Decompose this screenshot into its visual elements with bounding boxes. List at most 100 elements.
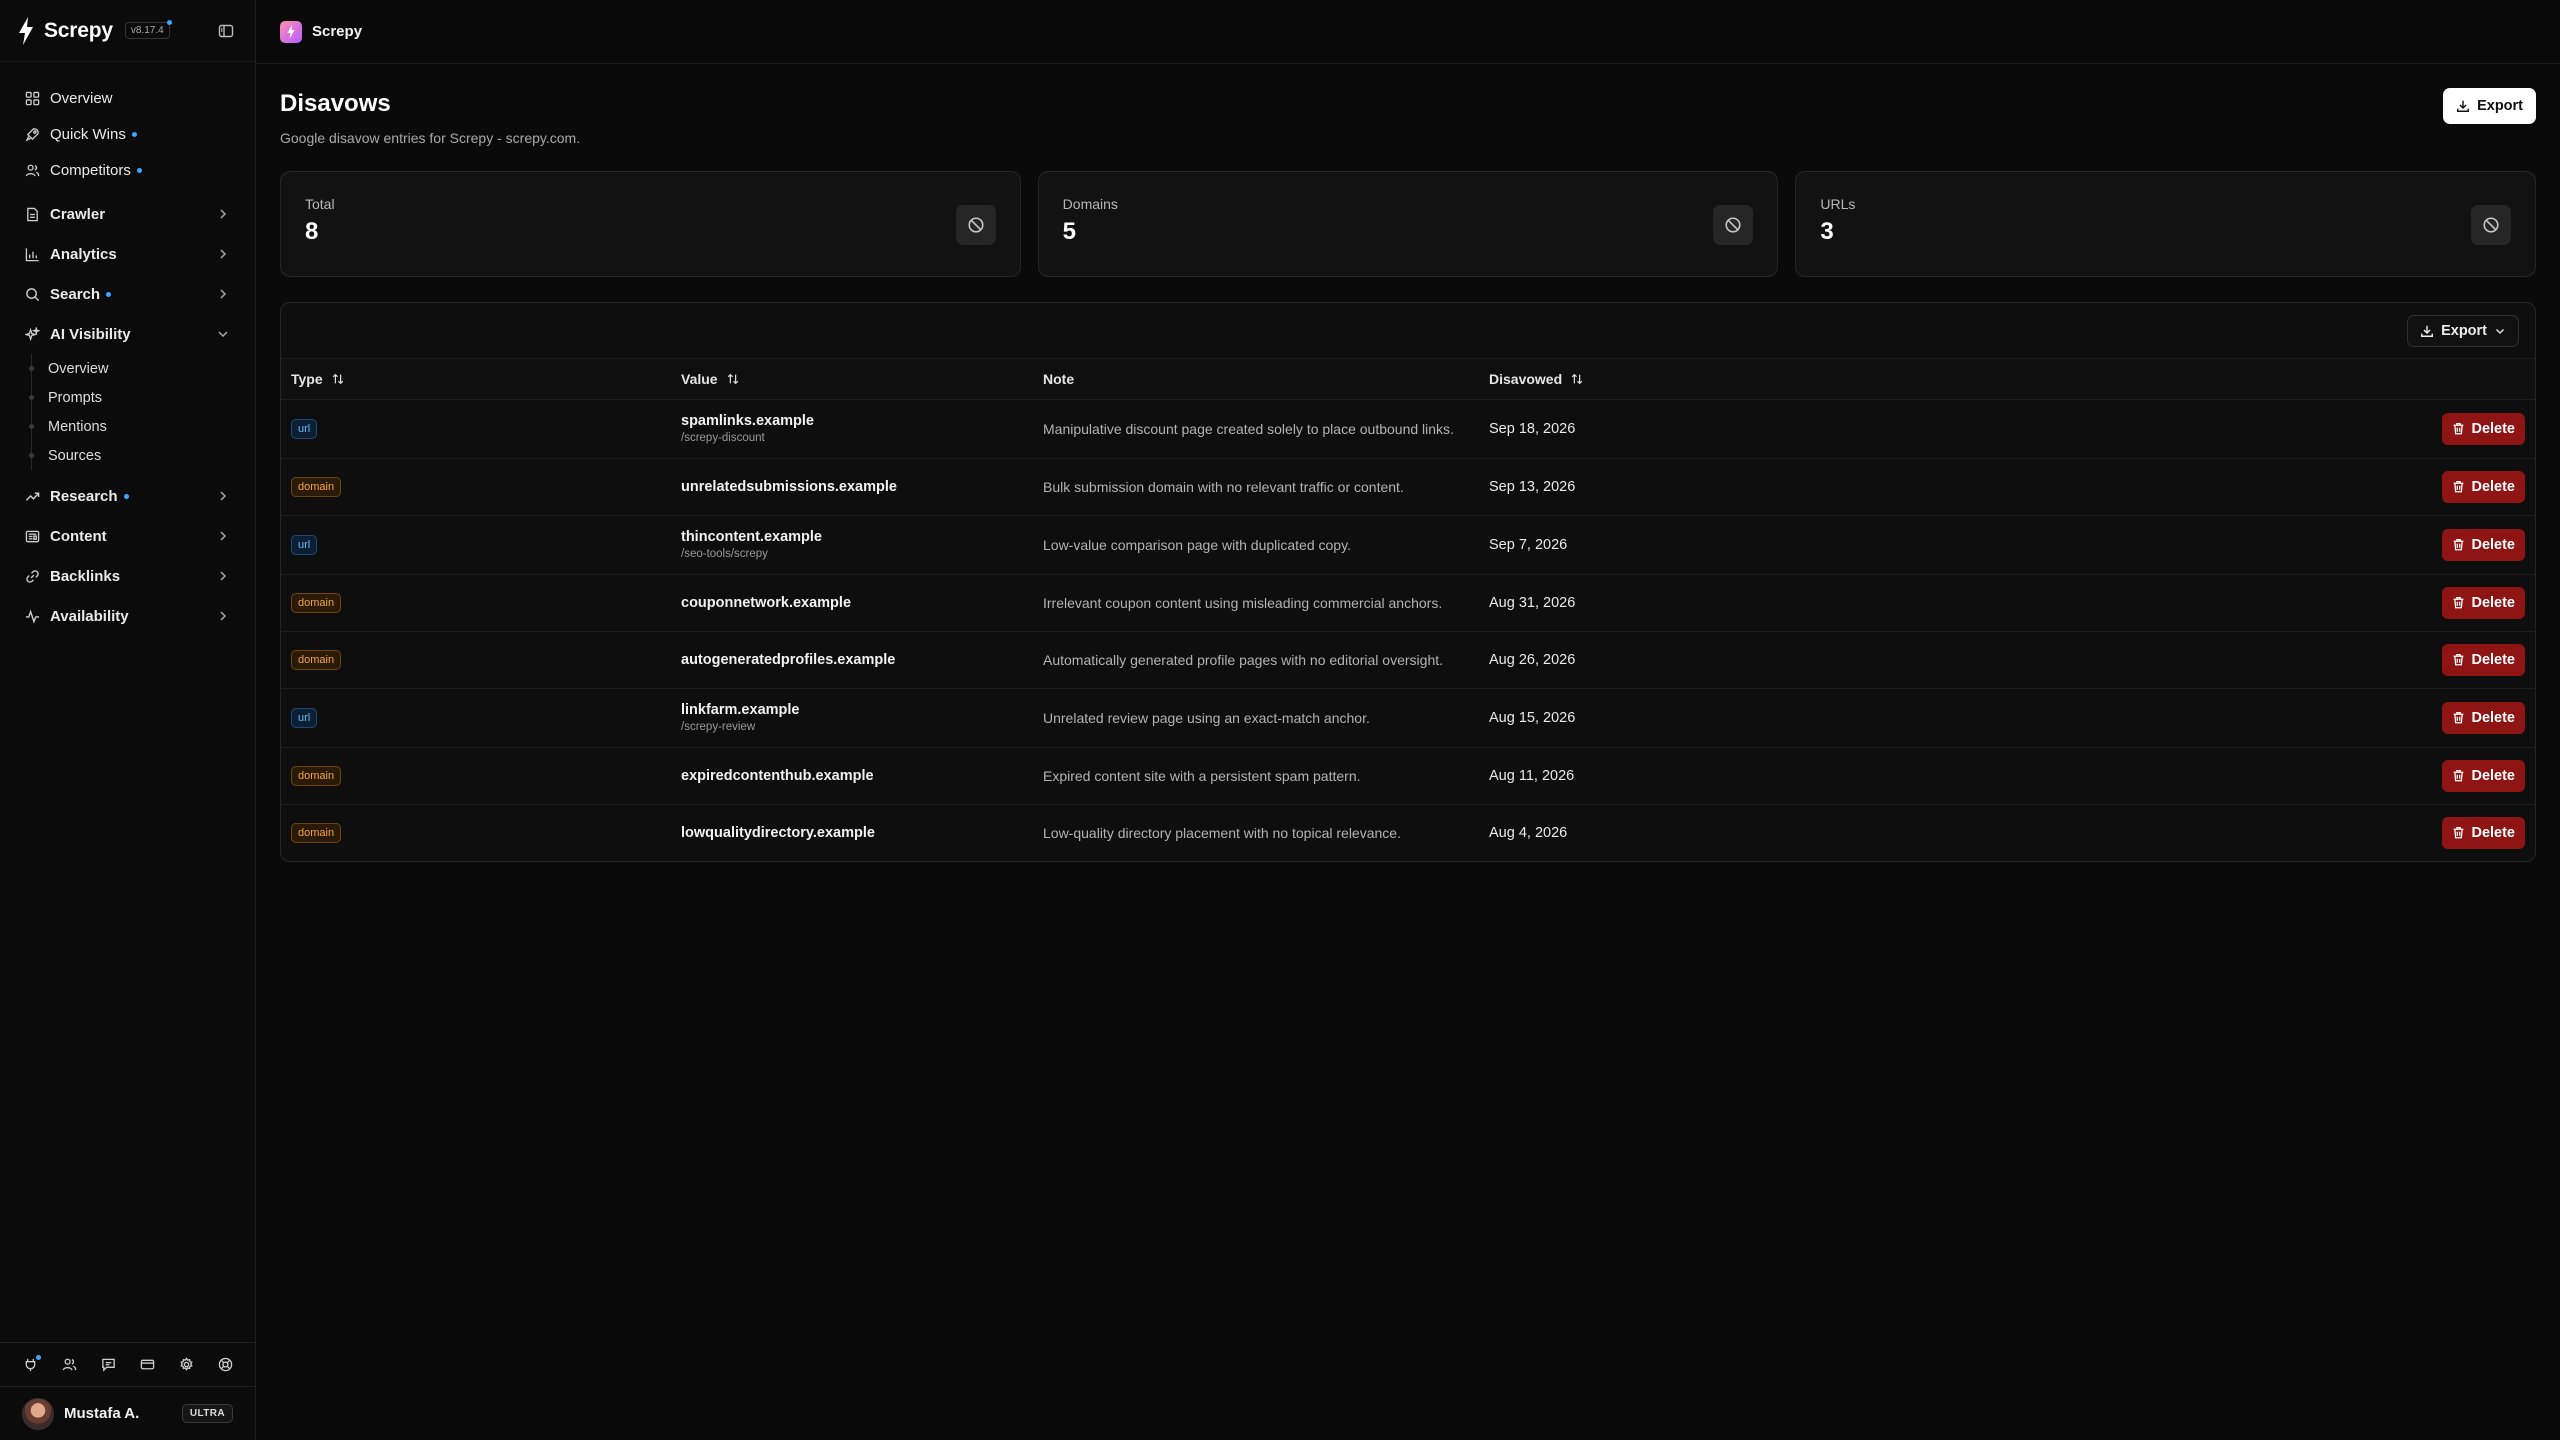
sidebar-group-ai-visibility[interactable]: AI Visibility [0,314,255,354]
column-header-value[interactable]: Value [671,359,1033,400]
cell-value: expiredcontenthub.example [671,747,1033,805]
trash-icon [2452,480,2465,493]
value-domain: spamlinks.example [681,413,814,429]
sidebar-group-crawler[interactable]: Crawler [0,194,255,234]
note-text: Manipulative discount page created solel… [1043,420,1454,437]
brand: Screpy v8.17.4 [0,0,255,62]
chat-icon[interactable] [100,1357,116,1373]
download-icon [2456,99,2470,113]
sidebar-item-competitors[interactable]: Competitors [0,152,255,188]
file-icon [24,206,40,222]
delete-button[interactable]: Delete [2442,470,2525,503]
table-row: url spamlinks.example /screpy-discount M… [281,399,2535,459]
value-domain: thincontent.example [681,529,822,545]
notification-dot [36,1354,41,1360]
chevron-right-icon [217,569,231,583]
new-dot [106,291,112,297]
sidebar-group-label: Analytics [50,245,117,263]
cell-date: Aug 31, 2026 [1479,574,1779,632]
delete-label: Delete [2471,709,2515,726]
type-badge: domain [291,592,342,613]
subnav-item-mentions[interactable]: Mentions [29,412,255,441]
type-badge: domain [291,822,342,843]
subnav-item-overview[interactable]: Overview [29,354,255,383]
column-header-type[interactable]: Type [281,359,671,400]
sparkle-icon [24,326,40,342]
cell-type: domain [281,631,671,689]
sidebar-item-overview[interactable]: Overview [0,80,255,116]
cell-note: Expired content site with a persistent s… [1033,747,1479,805]
subnav-item-sources[interactable]: Sources [29,441,255,470]
export-button[interactable]: Export [2443,88,2536,124]
delete-button[interactable]: Delete [2442,759,2525,792]
user-menu[interactable]: Mustafa A. ULTRA [0,1386,255,1440]
value-domain: linkfarm.example [681,702,800,718]
delete-button[interactable]: Delete [2442,528,2525,561]
column-header-disavowed[interactable]: Disavowed [1479,359,1779,400]
plug-icon[interactable] [22,1354,41,1373]
cell-date: Sep 7, 2026 [1479,515,1779,575]
sidebar-group-search[interactable]: Search [0,274,255,314]
page-subtitle: Google disavow entries for Screpy - scre… [280,130,581,146]
column-label: Type [291,370,323,387]
cell-type: url [281,688,671,748]
cell-actions: Delete [1779,631,2535,689]
delete-button[interactable]: Delete [2442,412,2525,445]
sidebar-group-analytics[interactable]: Analytics [0,234,255,274]
table-row: domain couponnetwork.example Irrelevant … [281,574,2535,632]
export-label: Export [2477,98,2523,114]
version-badge: v8.17.4 [124,20,172,39]
user-name: Mustafa A. [64,1405,140,1422]
export-dropdown-button[interactable]: Export [2407,314,2519,347]
delete-button[interactable]: Delete [2442,643,2525,676]
sidebar-group-research[interactable]: Research [0,476,255,516]
disavowed-date: Sep 18, 2026 [1489,421,1576,437]
sidebar-item-quick-wins[interactable]: Quick Wins [0,116,255,152]
cell-type: domain [281,574,671,632]
brand-name[interactable]: Screpy [44,19,113,43]
page-title: Disavows [280,90,391,117]
note-text: Bulk submission domain with no relevant … [1043,478,1404,495]
team-icon[interactable] [61,1357,77,1373]
table-row: url thincontent.example /seo-tools/screp… [281,515,2535,575]
table-row: url linkfarm.example /screpy-review Unre… [281,688,2535,748]
help-icon[interactable] [217,1357,233,1373]
trash-icon [2452,538,2465,551]
search-icon [24,286,40,302]
stat-label: Total [305,196,335,212]
disavowed-date: Aug 11, 2026 [1489,768,1575,784]
cell-actions: Delete [1779,399,2535,459]
sidebar-group-content[interactable]: Content [0,516,255,556]
cell-value: linkfarm.example /screpy-review [671,688,1033,748]
stat-value: 5 [1062,218,1077,245]
cell-date: Aug 26, 2026 [1479,631,1779,689]
project-name[interactable]: Screpy [312,23,362,40]
chevron-down-icon [2494,325,2506,337]
sidebar-group-label: Backlinks [50,567,121,585]
delete-label: Delete [2471,420,2515,437]
cell-note: Unrelated review page using an exact-mat… [1033,688,1479,748]
cell-note: Irrelevant coupon content using misleadi… [1033,574,1479,632]
credit-card-icon[interactable] [139,1357,155,1373]
cell-type: url [281,515,671,575]
ai-visibility-subnav: Overview Prompts Mentions Sources [29,354,255,470]
settings-icon[interactable] [178,1357,194,1373]
delete-button[interactable]: Delete [2442,701,2525,734]
sidebar-toggle-icon[interactable] [215,20,237,42]
sidebar-group-backlinks[interactable]: Backlinks [0,556,255,596]
delete-label: Delete [2471,651,2515,668]
sidebar-item-label: Quick Wins [50,125,126,143]
disavowed-date: Sep 13, 2026 [1489,479,1576,495]
cell-type: domain [281,747,671,805]
trash-icon [2452,769,2465,782]
sidebar: Screpy v8.17.4 Overview Quick Wins Compe… [0,0,256,1440]
trash-icon [2452,653,2465,666]
delete-button[interactable]: Delete [2442,816,2525,849]
sort-icon [1570,372,1584,386]
grid-icon [24,90,40,106]
delete-button[interactable]: Delete [2442,586,2525,619]
chevron-down-icon [217,327,231,341]
subnav-item-prompts[interactable]: Prompts [29,383,255,412]
sidebar-group-availability[interactable]: Availability [0,596,255,636]
table-row: domain lowqualitydirectory.example Low-q… [281,804,2535,861]
